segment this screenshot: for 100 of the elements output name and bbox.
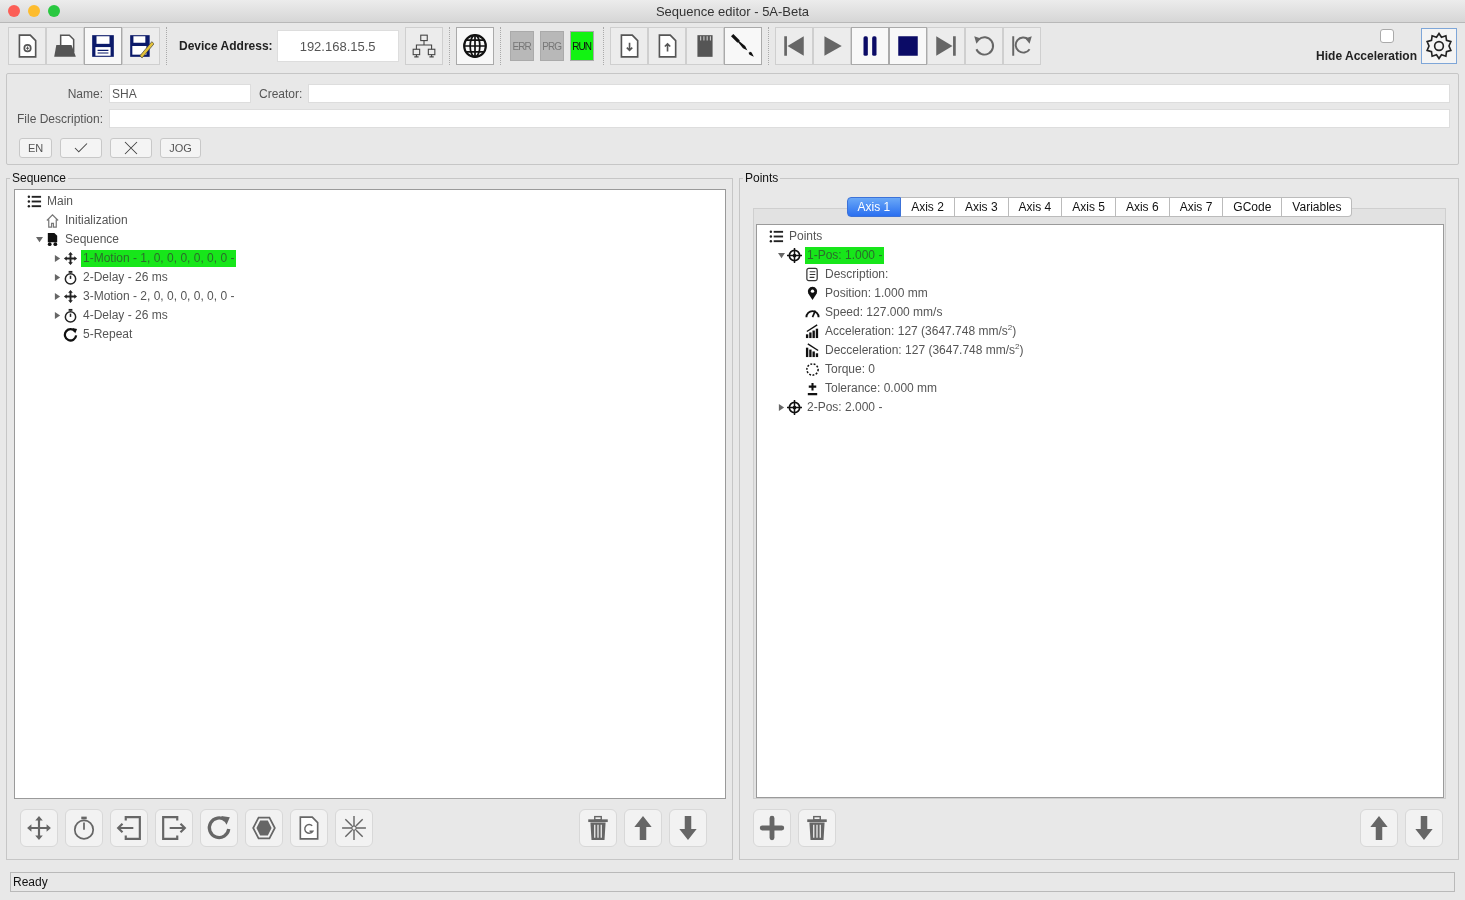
tree-item[interactable]: Tolerance: 0.000 mm (823, 380, 940, 397)
tab[interactable]: GCode (1223, 197, 1283, 217)
enter-icon (116, 815, 142, 841)
tree-item[interactable]: 4-Delay - 26 ms (81, 307, 170, 324)
status-indicator: RUN (569, 31, 594, 61)
tab[interactable]: Axis 7 (1169, 197, 1224, 217)
save-as-button[interactable] (122, 27, 160, 65)
play-button[interactable] (812, 27, 851, 65)
point-up-button[interactable] (1360, 809, 1398, 847)
expand-arrow-icon[interactable] (777, 404, 785, 411)
jog-button[interactable]: JOG (160, 138, 201, 158)
expand-arrow-icon[interactable] (53, 312, 61, 319)
crosshair-icon (787, 400, 802, 415)
new-file-button[interactable] (8, 27, 46, 65)
tab[interactable]: Axis 3 (954, 197, 1009, 217)
delete-button[interactable] (579, 809, 617, 847)
name-field[interactable]: SHA (109, 84, 251, 103)
add-gcode-button[interactable] (290, 809, 328, 847)
name-label: Name: (66, 86, 103, 101)
delete-point-button[interactable] (798, 809, 836, 847)
tree-item[interactable]: Acceleration: 127 (3647.748 mm/s$^{2}$) (823, 323, 1019, 340)
tab[interactable]: Axis 6 (1115, 197, 1170, 217)
tree-item[interactable]: Torque: 0 (823, 361, 878, 378)
collapse-arrow-icon[interactable] (35, 236, 43, 243)
pause-button[interactable] (850, 27, 889, 65)
move-down-button[interactable] (669, 809, 707, 847)
tree-item[interactable]: Speed: 127.000 mm/s (823, 304, 945, 321)
tree-item[interactable]: Sequence (63, 231, 122, 248)
add-motion-button[interactable] (20, 809, 58, 847)
plus-minus-icon (805, 381, 820, 396)
redo-button[interactable] (1002, 27, 1041, 65)
add-delay-button[interactable] (65, 809, 103, 847)
tree-item[interactable]: Points (787, 228, 825, 245)
tree-item[interactable]: 2-Pos: 2.000 - (805, 399, 885, 416)
undo-button[interactable] (964, 27, 1003, 65)
tab[interactable]: Axis 5 (1062, 197, 1116, 217)
sd-card-button[interactable] (685, 27, 724, 65)
tab[interactable]: Axis 1 (846, 197, 902, 217)
tab[interactable]: Axis 2 (901, 197, 955, 217)
crosshair-icon (787, 248, 802, 263)
device-address-field[interactable]: 192.168.15.5 (276, 30, 399, 62)
network-icon (410, 33, 437, 59)
tree-item[interactable]: Description: (823, 266, 891, 283)
tab[interactable]: Variables (1282, 197, 1353, 217)
add-repeat-button[interactable] (200, 809, 238, 847)
stop-button[interactable] (888, 27, 927, 65)
creator-field[interactable] (308, 84, 1450, 103)
tree-item[interactable]: 1-Pos: 1.000 - (805, 247, 885, 264)
hexagon-icon (251, 815, 277, 841)
tree-item[interactable]: 1-Motion - 1, 0, 0, 0, 0, 0, 0 - (81, 250, 237, 267)
hide-acceleration-checkbox[interactable] (1379, 29, 1394, 43)
tree-item[interactable]: Main (45, 193, 75, 210)
falling-bars-icon (805, 343, 820, 358)
expand-arrow-icon[interactable] (53, 255, 61, 262)
pen-button[interactable] (723, 27, 762, 65)
settings-icon (1424, 31, 1454, 61)
creator-label: Creator: (259, 86, 303, 101)
floppy-pencil-icon (128, 33, 154, 59)
collapse-arrow-icon[interactable] (777, 252, 785, 259)
four-arrows-icon (63, 289, 78, 304)
status-bar: Ready (10, 872, 1455, 892)
cancel-button[interactable] (110, 138, 153, 158)
upload-button[interactable] (647, 27, 686, 65)
file-description-field[interactable] (109, 109, 1450, 128)
tree-item[interactable]: Decceleration: 127 (3647.748 mm/s$^{2}$) (823, 342, 1026, 359)
burst-icon (341, 815, 367, 841)
add-output-button[interactable] (155, 809, 193, 847)
download-button[interactable] (609, 27, 648, 65)
tree-item[interactable]: Initialization (63, 212, 130, 229)
previous-button[interactable] (774, 27, 813, 65)
tab[interactable]: Axis 4 (1008, 197, 1063, 217)
add-stop-button[interactable] (245, 809, 283, 847)
device-address-label: Device Address: (179, 39, 273, 53)
expand-arrow-icon[interactable] (53, 293, 61, 300)
tree-item[interactable]: 3-Motion - 2, 0, 0, 0, 0, 0, 0 - (81, 288, 237, 305)
exit-icon (161, 815, 187, 841)
en-button[interactable]: EN (19, 138, 53, 158)
point-down-button[interactable] (1405, 809, 1443, 847)
scroll-icon (805, 267, 820, 282)
window-title: Sequence editor - 5A-Beta (655, 3, 810, 19)
expand-arrow-icon[interactable] (53, 274, 61, 281)
open-button[interactable] (46, 27, 84, 65)
next-button[interactable] (926, 27, 965, 65)
settings-button[interactable] (1421, 28, 1457, 64)
add-point-button[interactable] (753, 809, 791, 847)
four-arrows-icon (63, 251, 78, 266)
confirm-button[interactable] (60, 138, 103, 158)
tree-item[interactable]: 2-Delay - 26 ms (81, 269, 170, 286)
globe-icon (461, 33, 488, 59)
status-indicator: PRG (539, 31, 564, 61)
tree-item[interactable]: 5-Repeat (81, 326, 135, 343)
connect-button[interactable] (455, 27, 494, 65)
add-input-button[interactable] (110, 809, 148, 847)
circular-arrow-icon (63, 327, 78, 342)
save-button[interactable] (84, 27, 122, 65)
tree-item[interactable]: Position: 1.000 mm (823, 285, 930, 302)
circular-arrow-icon (206, 815, 232, 841)
move-up-button[interactable] (624, 809, 662, 847)
network-button[interactable] (404, 27, 443, 65)
add-laser-button[interactable] (335, 809, 373, 847)
